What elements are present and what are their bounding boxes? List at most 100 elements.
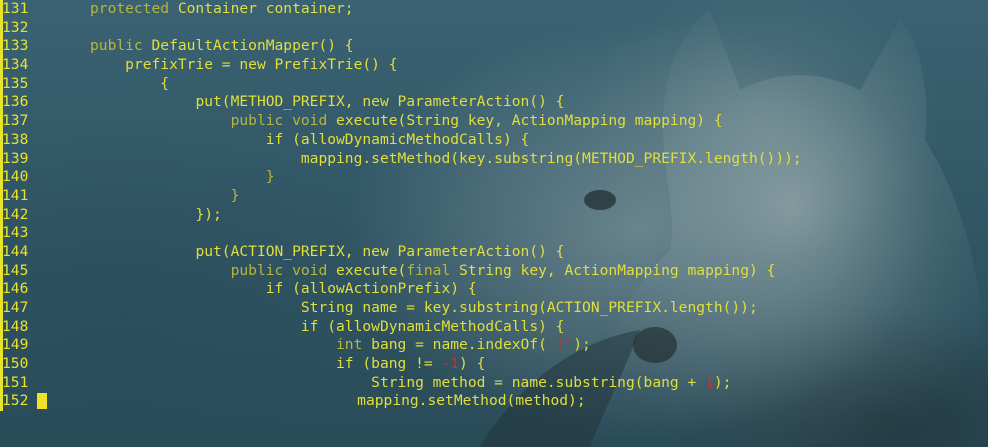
line-number: 137 — [0, 112, 42, 131]
code-token: prefixTrie = new PrefixTrie() { — [125, 56, 398, 74]
code-text: String name = key.substring(ACTION_PREFI… — [42, 299, 758, 318]
code-line[interactable]: 146 if (allowActionPrefix) { — [0, 280, 988, 299]
code-line[interactable]: 135 { — [0, 74, 988, 94]
line-number: 143 — [0, 224, 42, 243]
line-number: 146 — [0, 280, 42, 299]
code-line[interactable]: 134 prefixTrie = new PrefixTrie() { — [0, 56, 988, 75]
code-token: if (allowDynamicMethodCalls) { — [265, 130, 530, 148]
code-text: } — [42, 168, 275, 187]
code-token: put(METHOD_PREFIX, new ParameterAction()… — [195, 93, 565, 111]
code-text: protected Container container; — [42, 0, 354, 19]
line-number: 134 — [0, 56, 42, 75]
code-token: String method = name.substring(bang + — [371, 373, 706, 391]
code-line[interactable]: 143 — [0, 224, 988, 243]
code-text: }); — [42, 205, 222, 225]
line-number: 144 — [0, 242, 42, 262]
code-line[interactable]: 137 public void execute(String key, Acti… — [0, 112, 988, 131]
code-token: Container container; — [169, 0, 354, 17]
code-line[interactable]: 139 mapping.setMethod(key.substring(METH… — [0, 149, 988, 169]
code-text: prefixTrie = new PrefixTrie() { — [42, 56, 398, 75]
code-text: if (bang != -1) { — [42, 355, 485, 374]
code-token: int — [336, 336, 363, 354]
line-number: 141 — [0, 186, 42, 206]
code-text: mapping.setMethod(key.substring(METHOD_P… — [42, 150, 802, 169]
code-token: DefaultActionMapper() { — [142, 37, 354, 55]
code-token: }); — [195, 205, 222, 223]
code-text: } — [42, 186, 240, 206]
code-line[interactable]: 148 if (allowDynamicMethodCalls) { — [0, 317, 988, 337]
code-line[interactable]: 150 if (bang != -1) { — [0, 355, 988, 374]
line-number: 138 — [0, 130, 42, 150]
code-line[interactable]: 142 }); — [0, 205, 988, 225]
code-token: -1 — [441, 355, 460, 373]
code-line[interactable]: 151 String method = name.substring(bang … — [0, 373, 988, 393]
line-number: 145 — [0, 261, 42, 281]
code-token: if (allowDynamicMethodCalls) { — [300, 317, 565, 335]
code-token: mapping.setMethod(key.substring(METHOD_P… — [300, 149, 802, 167]
code-line[interactable]: 133 public DefaultActionMapper() { — [0, 37, 988, 56]
code-line[interactable]: 141 } — [0, 186, 988, 206]
code-text: mapping.setMethod(method); — [42, 392, 586, 411]
line-number: 147 — [0, 299, 42, 318]
code-token: ); — [573, 336, 591, 354]
code-token: public void — [230, 261, 328, 279]
code-token: if (allowActionPrefix) { — [265, 280, 477, 298]
code-line[interactable]: 147 String name = key.substring(ACTION_P… — [0, 299, 988, 318]
code-text: int bang = name.indexOf('!'); — [42, 336, 591, 355]
code-token: String key, ActionMapping mapping) { — [450, 261, 776, 279]
code-token: put(ACTION_PREFIX, new ParameterAction()… — [195, 242, 565, 260]
code-lines[interactable]: 131 protected Container container; 132 133 p… — [0, 0, 988, 411]
line-number: 149 — [0, 336, 42, 355]
text-cursor — [37, 393, 48, 410]
line-number: 139 — [0, 149, 42, 169]
code-text: public void execute(final String key, Ac… — [42, 261, 776, 281]
code-text: if (allowDynamicMethodCalls) { — [42, 130, 530, 150]
code-token: } — [230, 186, 240, 204]
code-token: execute(String key, ActionMapping mappin… — [327, 112, 723, 130]
line-number: 142 — [0, 205, 42, 225]
code-text: public void execute(String key, ActionMa… — [42, 112, 723, 131]
code-token: final — [406, 261, 451, 279]
code-line[interactable]: 152 mapping.setMethod(method); — [0, 392, 988, 411]
line-number: 152 — [0, 392, 48, 411]
line-number: 148 — [0, 317, 42, 337]
line-number: 131 — [0, 0, 42, 19]
code-line[interactable]: 149 int bang = name.indexOf('!'); — [0, 336, 988, 355]
line-number: 135 — [0, 74, 42, 94]
code-line[interactable]: 131 protected Container container; — [0, 0, 988, 19]
code-line[interactable]: 132 — [0, 18, 988, 38]
code-text: put(METHOD_PREFIX, new ParameterAction()… — [42, 93, 564, 112]
line-number: 140 — [0, 168, 42, 187]
line-number: 150 — [0, 355, 42, 374]
code-text: if (allowActionPrefix) { — [42, 280, 477, 299]
code-text: String method = name.substring(bang + 1)… — [42, 374, 731, 393]
code-line[interactable]: 136 put(METHOD_PREFIX, new ParameterActi… — [0, 93, 988, 112]
code-line[interactable]: 144 put(ACTION_PREFIX, new ParameterActi… — [0, 242, 988, 262]
code-line[interactable]: 140 } — [0, 168, 988, 187]
code-token: String name = key.substring(ACTION_PREFI… — [300, 299, 758, 316]
code-editor[interactable]: 131 protected Container container; 132 133 p… — [0, 0, 988, 447]
code-token: { — [160, 74, 170, 92]
code-token: ); — [713, 373, 732, 391]
code-line[interactable]: 138 if (allowDynamicMethodCalls) { — [0, 130, 988, 150]
code-line[interactable]: 145 public void execute(final String key… — [0, 261, 988, 281]
line-number: 133 — [0, 37, 42, 56]
code-text: if (allowDynamicMethodCalls) { — [42, 317, 565, 337]
code-token: mapping.setMethod(method); — [357, 392, 586, 410]
code-token: public — [90, 37, 143, 55]
